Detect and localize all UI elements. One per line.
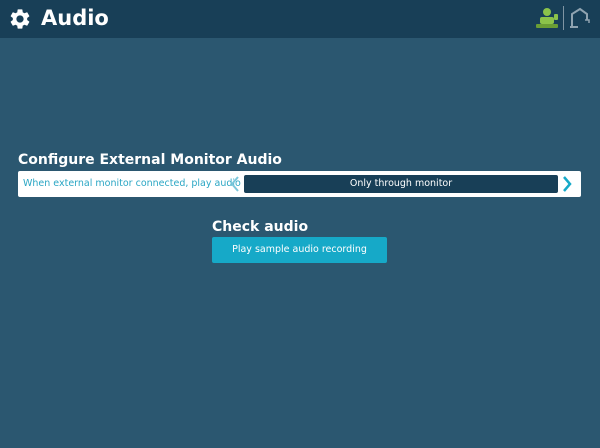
monitor-audio-setting-label: When external monitor connected, play au… (23, 178, 241, 189)
audio-settings-page: Audio Configure External Monitor Audio W… (0, 0, 600, 448)
monitor-audio-setting-row: When external monitor connected, play au… (18, 171, 581, 197)
robot-icon (536, 8, 558, 28)
robot-arm-icon (570, 7, 590, 28)
external-monitor-heading: Configure External Monitor Audio (18, 152, 282, 168)
chevron-right-icon[interactable] (559, 174, 575, 194)
gear-icon[interactable] (8, 7, 32, 31)
top-bar: Audio (0, 0, 600, 38)
chevron-left-icon[interactable] (227, 174, 243, 194)
monitor-audio-selected-value[interactable]: Only through monitor (244, 175, 558, 193)
play-sample-audio-button[interactable]: Play sample audio recording (212, 237, 387, 263)
page-title: Audio (41, 6, 109, 30)
header-divider (563, 6, 564, 30)
check-audio-heading: Check audio (212, 219, 309, 235)
